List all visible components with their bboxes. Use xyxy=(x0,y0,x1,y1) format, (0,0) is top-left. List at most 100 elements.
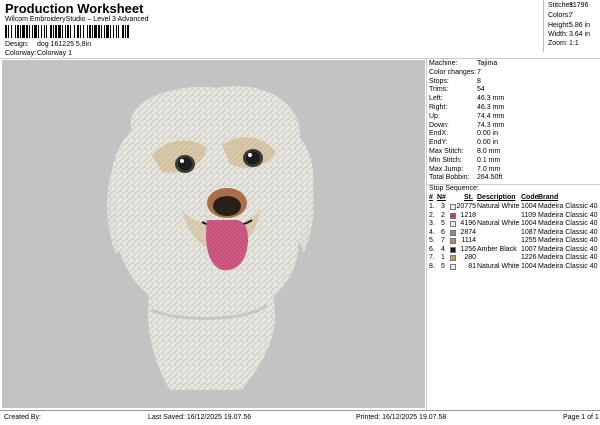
column-header-st: St. xyxy=(464,194,473,201)
software-subtitle: Wilcom EmbroideryStudio – Level 3 Advanc… xyxy=(5,16,149,23)
stop-number: 7. xyxy=(429,254,435,261)
column-header-desc: Description xyxy=(477,194,516,201)
machine-info-value: 0.1 mm xyxy=(477,156,501,164)
color-swatch xyxy=(450,204,456,210)
thread-code: 1004 xyxy=(521,220,537,227)
machine-info-label: Up: xyxy=(429,112,440,120)
barcode-bar xyxy=(29,25,30,38)
barcode-bar xyxy=(46,25,47,38)
last-saved: Last Saved: 16/12/2025 19.07.56 xyxy=(148,414,252,421)
thread-brand: Madeira Classic 40 xyxy=(538,211,598,219)
machine-info-value: 74.3 mm xyxy=(477,121,505,129)
machine-info-value: 264.50ft xyxy=(477,174,503,182)
barcode-bar xyxy=(122,25,124,38)
stats-box: Stitches: 31796 Colors: 7 Height: 5.86 in W… xyxy=(543,0,600,52)
machine-info-label: EndX: xyxy=(429,130,449,138)
machine-info-label: Color changes: xyxy=(429,68,477,76)
barcode-bar xyxy=(67,25,69,38)
stop-number: 8. xyxy=(429,262,435,270)
machine-info-label: Stops: xyxy=(429,77,449,85)
machine-info-label: Min Stitch: xyxy=(429,156,462,164)
barcode-bar xyxy=(113,25,114,38)
stitch-count: 1114 xyxy=(461,237,476,244)
machine-info-value: 8 xyxy=(477,77,481,85)
zoom-value: 1:1 xyxy=(569,40,579,47)
needle-number: 5 xyxy=(441,262,445,270)
thread-code: 1004 xyxy=(521,262,537,270)
stop-number: 3. xyxy=(429,220,435,227)
needle-number: 7 xyxy=(441,237,445,244)
stop-sequence-title: Stop Sequence: xyxy=(429,185,479,192)
barcode-bar xyxy=(5,25,7,38)
needle-number: 1 xyxy=(441,254,445,261)
needle-number: 2 xyxy=(441,211,445,219)
colors-label: Colors: xyxy=(548,12,571,19)
stitch-count: 20775 xyxy=(456,203,476,210)
thread-code: 1004 xyxy=(521,203,537,210)
needle-number: 6 xyxy=(441,228,445,236)
barcode-bar xyxy=(77,25,79,38)
machine-info-label: Trims: xyxy=(429,86,449,94)
barcode-bar xyxy=(101,25,102,38)
thread-brand: Madeira Classic 40 xyxy=(538,203,598,210)
colors-value: 7 xyxy=(569,12,573,19)
page-title: Production Worksheet xyxy=(5,1,144,16)
thread-brand: Madeira Classic 40 xyxy=(538,245,598,253)
needle-number: 3 xyxy=(441,203,445,210)
barcode-bar xyxy=(89,25,91,38)
barcode-bar xyxy=(125,25,126,38)
barcode-bar xyxy=(8,25,9,38)
barcode-bar xyxy=(92,25,93,38)
barcode-bar xyxy=(34,25,37,38)
barcode-bar xyxy=(80,25,81,38)
machine-info-value: 54 xyxy=(477,86,485,94)
barcode-bar xyxy=(22,25,25,38)
barcode-bar xyxy=(110,25,111,38)
barcode-bar xyxy=(104,25,105,38)
stitch-count: 1218 xyxy=(460,211,476,219)
thread-description: Natural White xyxy=(477,220,520,227)
printed-date: Printed: 16/12/2025 19.07.58 xyxy=(356,414,447,421)
info-panel: Machine: Tajima Color changes: 7 Stops: 8 Trim… xyxy=(426,59,600,409)
barcode-bar xyxy=(116,25,117,38)
barcode-bar xyxy=(106,25,109,38)
barcode-bar xyxy=(65,25,66,38)
barcode-bar xyxy=(38,25,39,38)
barcode-bar xyxy=(98,25,100,38)
thread-code: 1087 xyxy=(521,228,537,236)
thread-brand: Madeira Classic 40 xyxy=(538,254,598,261)
machine-info-label: Left: xyxy=(429,95,443,103)
color-swatch xyxy=(450,246,456,253)
machine-info-value: 8.0 mm xyxy=(477,148,501,155)
thread-code: 1226 xyxy=(521,254,537,261)
barcode-bar xyxy=(94,25,97,38)
barcode-bar xyxy=(11,25,12,38)
color-swatch xyxy=(450,263,456,270)
thread-brand: Madeira Classic 40 xyxy=(538,237,598,244)
color-swatch xyxy=(450,255,456,261)
column-header-brand: Brand xyxy=(538,194,559,201)
width-label: Width: xyxy=(548,31,568,38)
machine-info-label: Total Bobbin: xyxy=(429,174,470,182)
machine-info-value: 46.3 mm xyxy=(477,95,505,103)
machine-info-label: Right: xyxy=(429,104,448,111)
dog-embroidery-illustration xyxy=(106,86,314,390)
stop-number: 5. xyxy=(429,237,435,244)
thread-code: 1109 xyxy=(521,211,537,219)
stitch-count: 280 xyxy=(464,254,476,261)
stitch-count: 81 xyxy=(468,262,476,270)
thread-description: Natural White xyxy=(477,262,520,270)
barcode-bar xyxy=(87,25,88,38)
barcode-bar xyxy=(17,25,19,38)
stop-number: 2. xyxy=(429,211,435,219)
barcode-bar xyxy=(83,25,84,38)
stitch-count: 1256 xyxy=(460,245,476,253)
column-header-num: # xyxy=(429,194,433,201)
needle-number: 4 xyxy=(441,245,445,253)
thread-code: 1255 xyxy=(521,237,537,244)
barcode-bar xyxy=(44,25,45,38)
barcode-bar xyxy=(70,25,71,38)
machine-info-value: 46.3 mm xyxy=(477,104,505,111)
column-header-n: N# xyxy=(437,194,446,201)
zoom-label: Zoom: xyxy=(548,40,568,47)
